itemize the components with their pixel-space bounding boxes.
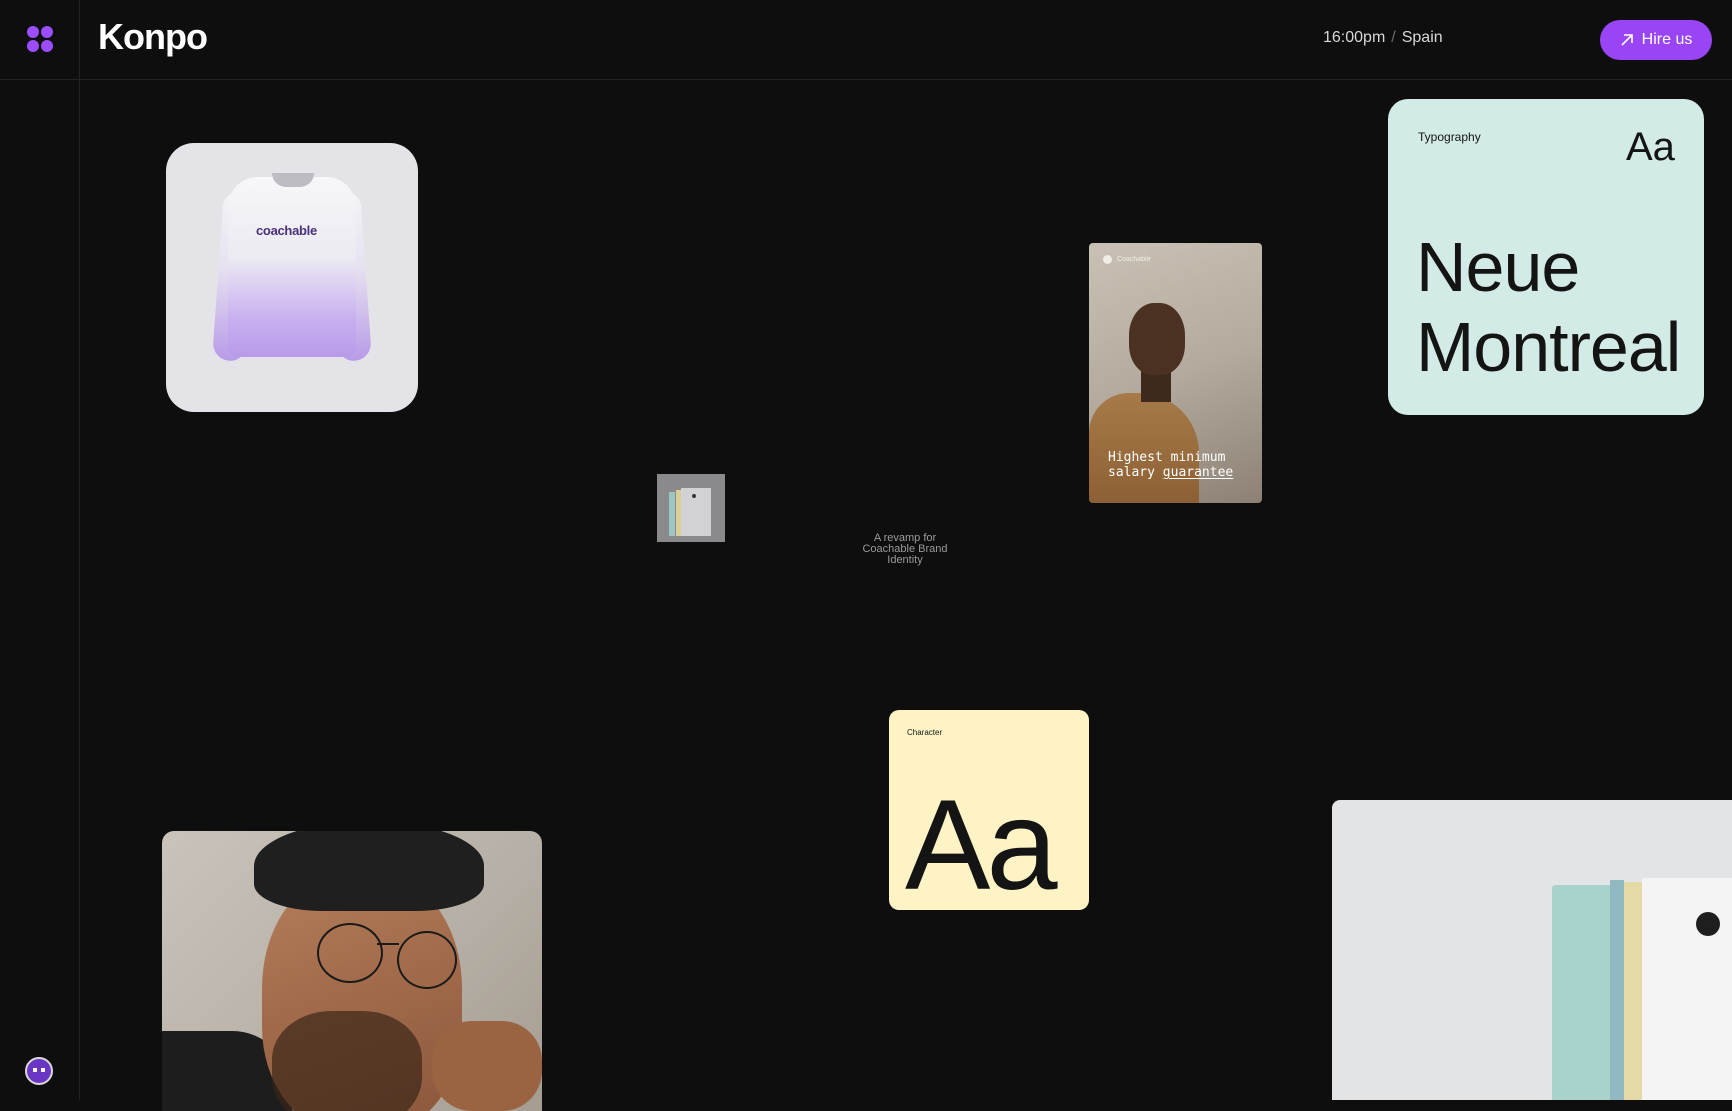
typography-label: Typography [1418, 130, 1481, 144]
book-logo-icon [1696, 912, 1720, 936]
coachable-logo-icon [1103, 255, 1112, 264]
avatar-icon[interactable] [25, 1057, 53, 1085]
arrow-up-right-icon [1621, 34, 1633, 46]
character-label: Character [907, 728, 943, 737]
books-mockup-card[interactable] [1332, 800, 1732, 1100]
font-name-line2: Montreal [1416, 308, 1681, 386]
character-card[interactable]: Character Aa [889, 710, 1089, 910]
poster-headline: Highest minimum salary guarantee [1108, 450, 1233, 480]
glasses-lens [397, 931, 457, 989]
font-name-line1: Neue [1416, 228, 1580, 306]
book [1624, 882, 1642, 1100]
typography-sample: Aa [1626, 125, 1675, 169]
poster-head [1129, 303, 1185, 375]
typography-font-name: Neue Montreal [1416, 227, 1681, 387]
typography-card[interactable]: Typography Aa Neue Montreal [1388, 99, 1704, 415]
book [1552, 885, 1610, 1100]
poster-brand-text: Coachable [1117, 256, 1151, 263]
photo-beard [272, 1011, 422, 1111]
poster-headline-line2: salary [1108, 465, 1163, 480]
books-thumbnail[interactable] [657, 474, 725, 542]
hire-us-label: Hire us [1641, 31, 1693, 48]
time-separator: / [1391, 29, 1396, 46]
top-bar [0, 0, 1732, 80]
poster-headline-underlined: guarantee [1162, 465, 1234, 480]
project-caption: A revamp for Coachable Brand Identity [862, 532, 948, 566]
avatar-eyes [33, 1068, 45, 1072]
portrait-photo-card[interactable] [162, 831, 542, 1111]
sweatshirt-mockup-card[interactable]: coachable [166, 143, 418, 412]
poster-brand: Coachable [1103, 255, 1150, 264]
poster-headline-line1: Highest minimum [1108, 450, 1226, 465]
photo-hand [432, 1021, 542, 1111]
character-sample: Aa [905, 774, 1058, 910]
book [1610, 880, 1624, 1100]
book [1642, 878, 1732, 1100]
hire-us-button[interactable]: Hire us [1600, 20, 1712, 60]
brand-logo[interactable]: Konpo [98, 16, 208, 58]
grid-dots-icon[interactable] [27, 26, 53, 52]
glasses-lens [317, 923, 383, 983]
poster-coat [1089, 393, 1199, 503]
photo-beanie [254, 831, 484, 911]
poster-card[interactable]: Coachable Highest minimum salary guarant… [1089, 243, 1262, 503]
local-time: 16:00pm / Spain [1323, 29, 1443, 47]
thumb-logo-dot [692, 494, 696, 498]
left-sidebar [0, 0, 80, 1100]
time-value: 16:00pm [1323, 29, 1386, 46]
location-value: Spain [1401, 29, 1443, 46]
glasses-bridge [377, 943, 399, 945]
thumb-book [669, 492, 675, 536]
thumb-book [681, 488, 711, 536]
sweatshirt-logo: coachable [256, 223, 317, 238]
sweatshirt-body [228, 177, 356, 357]
